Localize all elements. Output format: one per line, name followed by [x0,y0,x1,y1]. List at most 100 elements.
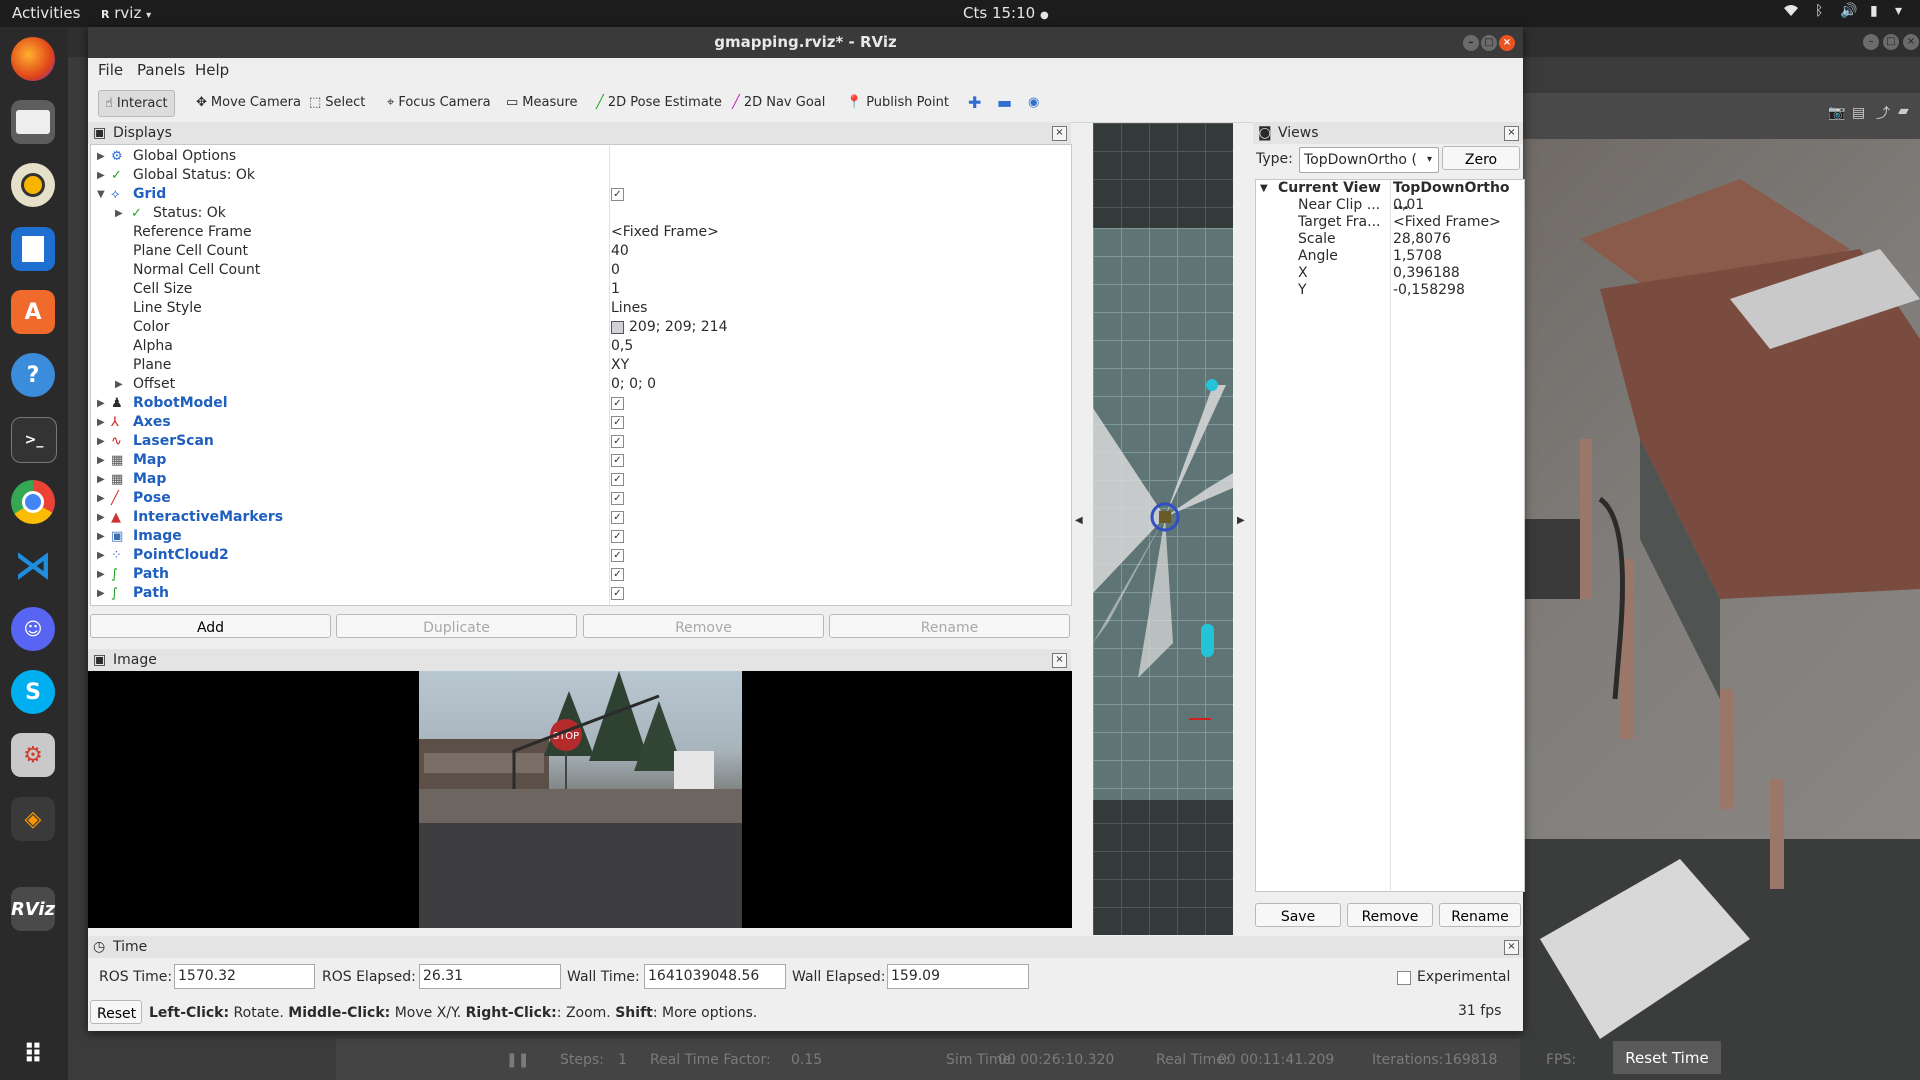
tree-row[interactable]: ▶ ✓ Status: Ok [91,204,1071,223]
pose-estimate-tool[interactable]: ╱ 2D Pose Estimate [590,90,728,115]
duplicate-display-button[interactable]: Duplicate [336,614,577,638]
tree-row[interactable]: ▶ ▦ Map ✓ [91,470,1071,489]
close-icon[interactable]: × [1903,34,1919,50]
ros-elapsed-field[interactable]: 26.31 [419,964,561,989]
close-icon[interactable]: × [1504,126,1519,141]
view-prop-row[interactable]: Scale 28,8076 [1256,231,1524,248]
collapse-arrow-icon[interactable]: ▼ [1260,180,1268,197]
view-prop-row[interactable]: Y -0,158298 [1256,282,1524,299]
menu-panels[interactable]: Panels [137,61,185,79]
menu-file[interactable]: File [98,61,123,79]
view-prop-row[interactable]: Angle 1,5708 [1256,248,1524,265]
prop-value[interactable]: 28,8076 [1393,231,1451,248]
view-prop-row[interactable]: Target Fra... <Fixed Frame> [1256,214,1524,231]
tree-row[interactable]: ▶ ✓ Global Status: Ok [91,166,1071,185]
expand-arrow-icon[interactable]: ▶ [97,546,105,565]
tree-row[interactable]: ▶ ∿ LaserScan ✓ [91,432,1071,451]
view-type-select[interactable]: TopDownOrtho ( ▾ [1299,147,1439,173]
expand-arrow-icon[interactable]: ▶ [115,375,123,394]
enable-checkbox[interactable]: ✓ [611,530,624,543]
tree-row[interactable]: ▶ ⅄ Axes ✓ [91,413,1071,432]
tree-row[interactable]: Reference Frame <Fixed Frame> [91,223,1071,242]
prop-value[interactable]: 1,5708 [1393,248,1442,265]
gazebo-3d-scene[interactable] [1520,139,1920,1080]
discord-icon[interactable]: ☺ [11,607,55,651]
tree-row[interactable]: Plane XY [91,356,1071,375]
remove-tool-icon[interactable]: ▬ [991,90,1018,115]
select-tool[interactable]: ⬚ Select [303,90,371,115]
tree-row[interactable]: ▶ ⚙ Global Options [91,147,1071,166]
expand-arrow-icon[interactable]: ▶ [97,584,105,603]
rhythmbox-icon[interactable] [11,163,55,207]
settings-icon[interactable]: ⚙ [11,733,55,777]
bluetooth-icon[interactable]: ᛒ [1815,3,1823,19]
tree-row[interactable]: ▶ ▲ InteractiveMarkers ✓ [91,508,1071,527]
tree-row[interactable]: Cell Size 1 [91,280,1071,299]
tree-row[interactable]: ▶ ▣ Image ✓ [91,527,1071,546]
prop-value[interactable]: -0,158298 [1393,282,1465,299]
log-icon[interactable]: ▤ [1852,105,1865,121]
expand-arrow-icon[interactable]: ▶ [97,565,105,584]
close-icon[interactable]: × [1499,35,1515,51]
add-tool-icon[interactable]: ✚ [962,90,987,115]
menu-help[interactable]: Help [195,61,229,79]
sublime-icon[interactable]: ◈ [11,797,55,841]
row-value[interactable]: 0,5 [611,337,633,356]
tree-row[interactable]: ▶ ♟ RobotModel ✓ [91,394,1071,413]
expand-arrow-icon[interactable]: ▶ [97,394,105,413]
publish-point-tool[interactable]: 📍 Publish Point [840,90,955,115]
camera-type-icon[interactable]: ◉ [1022,90,1045,115]
experimental-checkbox[interactable] [1397,971,1411,985]
enable-checkbox[interactable]: ✓ [611,568,624,581]
minimize-icon[interactable]: – [1863,34,1879,50]
maximize-icon[interactable]: □ [1481,35,1497,51]
writer-icon[interactable] [11,227,55,271]
tree-row[interactable]: Line Style Lines [91,299,1071,318]
row-value[interactable]: 0; 0; 0 [611,375,656,394]
enable-checkbox[interactable]: ✓ [611,549,624,562]
enable-checkbox[interactable]: ✓ [611,435,624,448]
volume-icon[interactable]: 🔊 [1840,3,1857,19]
firefox-icon[interactable] [11,37,55,81]
zero-button[interactable]: Zero [1442,146,1520,170]
nav-goal-tool[interactable]: ╱ 2D Nav Goal [726,90,831,115]
row-value[interactable]: Lines [611,299,647,318]
prop-value[interactable]: 0,01 [1393,197,1424,214]
expand-arrow-icon[interactable]: ▶ [115,204,123,223]
ros-time-field[interactable]: 1570.32 [174,964,315,989]
tree-row[interactable]: ▶ Offset 0; 0; 0 [91,375,1071,394]
minimize-icon[interactable]: – [1463,35,1479,51]
remove-view-button[interactable]: Remove [1347,903,1433,927]
prop-value[interactable]: 0,396188 [1393,265,1460,282]
battery-icon[interactable]: ▮ [1870,3,1878,19]
app-grid-icon[interactable]: ⠿ [11,1033,55,1077]
chrome-icon[interactable] [11,480,55,524]
tree-row[interactable]: ▼ ⟡ Grid ✓ [91,185,1071,204]
expand-arrow-icon[interactable]: ▶ [97,147,105,166]
collapse-arrow-icon[interactable]: ▼ [97,185,105,204]
wall-elapsed-field[interactable]: 159.09 [887,964,1029,989]
remove-display-button[interactable]: Remove [583,614,824,638]
terminal-icon[interactable]: >_ [11,417,57,463]
expand-arrow-icon[interactable]: ▶ [97,527,105,546]
close-icon[interactable]: × [1504,940,1519,955]
add-display-button[interactable]: Add [90,614,331,638]
save-view-button[interactable]: Save [1255,903,1341,927]
row-value[interactable]: 40 [611,242,629,261]
rename-display-button[interactable]: Rename [829,614,1070,638]
enable-checkbox[interactable]: ✓ [611,454,624,467]
view-prop-row[interactable]: Near Clip ... 0,01 [1256,197,1524,214]
expand-arrow-icon[interactable]: ▶ [97,470,105,489]
rename-view-button[interactable]: Rename [1439,903,1521,927]
enable-checkbox[interactable]: ✓ [611,397,624,410]
measure-tool[interactable]: ▭ Measure [500,90,584,115]
camera-icon[interactable]: 📷 [1828,105,1845,121]
app-menu[interactable]: R rviz ▾ [101,4,151,22]
record-icon[interactable]: ▰ [1898,103,1909,119]
files-icon[interactable] [11,100,55,144]
prop-value[interactable]: <Fixed Frame> [1393,214,1501,231]
tree-row[interactable]: ▶ ⁘ PointCloud2 ✓ [91,546,1071,565]
enable-checkbox[interactable]: ✓ [611,473,624,486]
current-view-row[interactable]: ▼ Current View TopDownOrtho ... [1256,180,1524,213]
wifi-icon[interactable] [1783,3,1799,21]
